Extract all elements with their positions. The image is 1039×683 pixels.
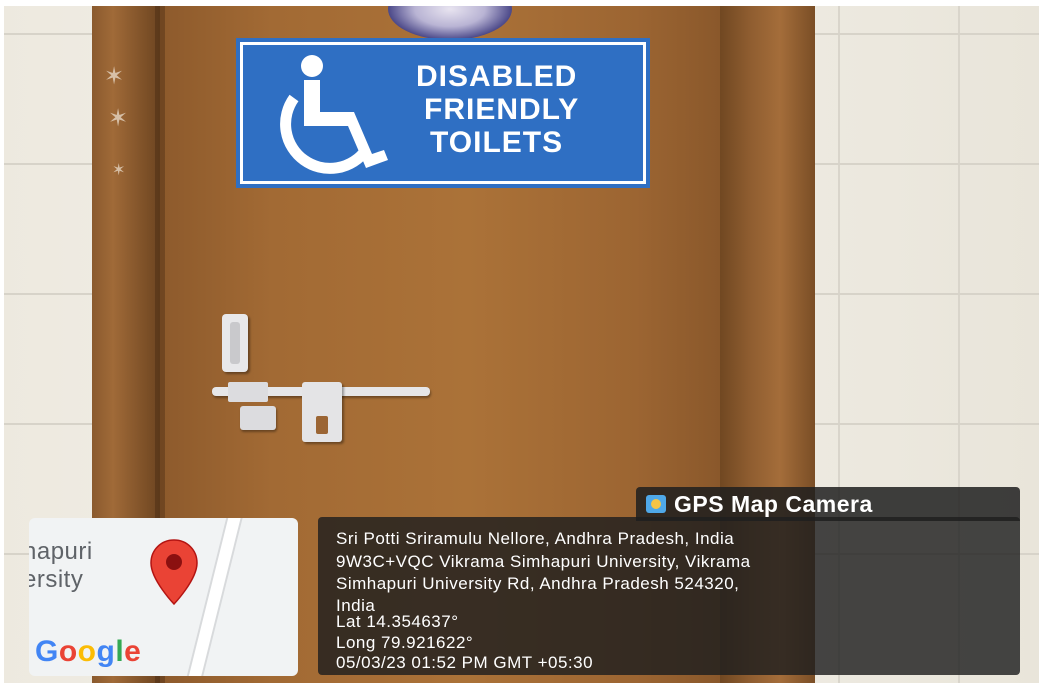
google-logo-letter: o xyxy=(77,635,97,668)
address-line-2: 9W3C+VQC Vikrama Simhapuri University, V… xyxy=(336,552,751,571)
gps-camera-title: GPS Map Camera xyxy=(674,491,873,517)
address-line-3: Simhapuri University Rd, Andhra Pradesh … xyxy=(336,574,740,593)
google-logo-letter: l xyxy=(115,635,125,668)
map-place-label-line-2: ersity xyxy=(29,566,84,593)
google-logo-letter: g xyxy=(96,635,116,668)
wall-scribble: ✶ xyxy=(108,104,129,132)
latitude-line: Lat 14.354637° xyxy=(336,612,459,631)
google-logo-letter: o xyxy=(58,635,78,668)
bolt-staple xyxy=(240,406,276,430)
door-hasp xyxy=(302,382,342,442)
google-logo-letter: G xyxy=(35,635,59,668)
timestamp-line: 05/03/23 01:52 PM GMT +05:30 xyxy=(336,653,594,672)
wall-scribble: ✶ xyxy=(112,160,126,179)
wall-scribble: ✶ xyxy=(104,62,125,90)
sign-line-3: TOILETS xyxy=(430,126,564,159)
gps-camera-header: GPS Map Camera xyxy=(636,487,1020,521)
sign-text: DISABLED FRIENDLY TOILETS xyxy=(416,60,579,159)
sign-line-1: DISABLED xyxy=(416,60,578,93)
door-handle xyxy=(222,314,248,372)
longitude-line: Long 79.921622° xyxy=(336,633,474,652)
photo-edge-top xyxy=(0,0,1039,6)
bolt-plate xyxy=(228,382,268,402)
google-logo: Google xyxy=(35,635,141,669)
address-line-1: Sri Potti Sriramulu Nellore, Andhra Prad… xyxy=(336,529,735,548)
sign-line-2: FRIENDLY xyxy=(424,93,580,126)
map-pin-icon xyxy=(150,539,198,606)
photo-edge-left xyxy=(0,0,4,683)
photo-scene: ✶ ✶ ✶ DISABLED FRIENDLY TOILETS hapuri e… xyxy=(0,0,1039,683)
location-info-panel: Sri Potti Sriramulu Nellore, Andhra Prad… xyxy=(318,517,1020,675)
gps-camera-app-icon xyxy=(646,495,666,513)
wheelchair-icon xyxy=(280,55,388,174)
google-logo-letter: e xyxy=(124,635,142,668)
accessibility-sign: DISABLED FRIENDLY TOILETS xyxy=(236,38,650,188)
map-thumbnail: hapuri ersity Google xyxy=(29,518,298,676)
map-place-label-line-1: hapuri xyxy=(29,538,93,565)
